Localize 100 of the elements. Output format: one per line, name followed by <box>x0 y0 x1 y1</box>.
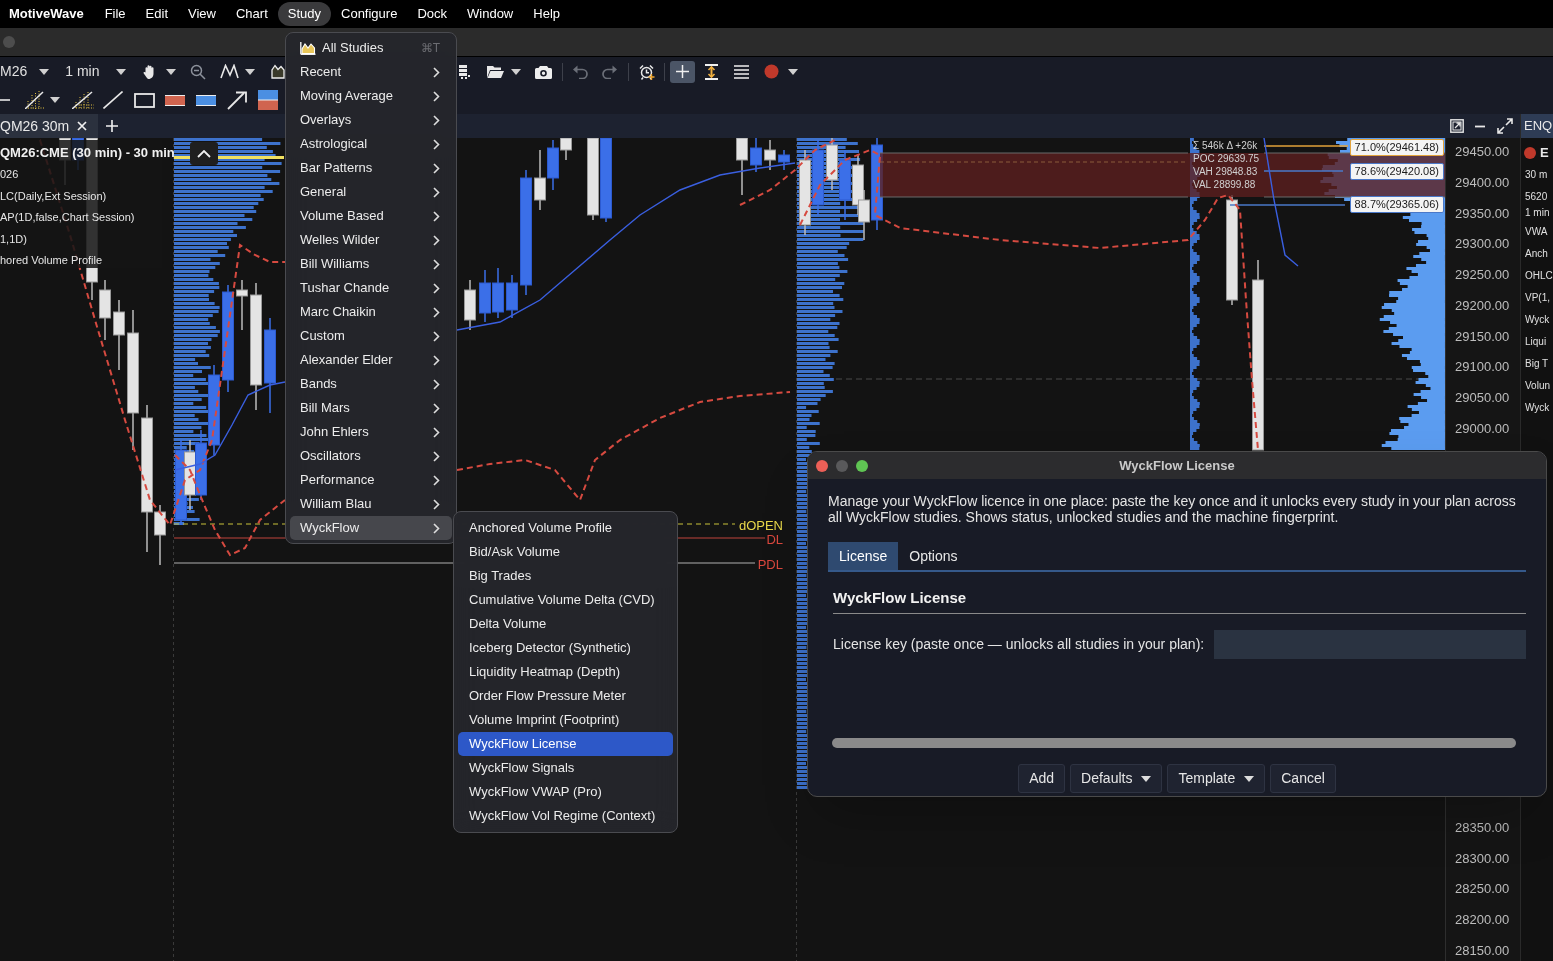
dialog-button[interactable]: Add <box>1018 764 1066 793</box>
menu-item[interactable]: WyckFlow License <box>458 732 673 756</box>
menu-item[interactable]: All Studies ⌘T <box>290 36 452 60</box>
menu-item[interactable]: WyckFlow Signals <box>458 756 673 780</box>
line-tool-icon[interactable] <box>103 91 123 109</box>
app-name[interactable]: MotiveWave <box>9 4 84 24</box>
tab[interactable]: Options <box>898 542 969 570</box>
caret-icon[interactable] <box>245 68 256 75</box>
price-label: 29100.00 <box>1455 359 1510 376</box>
menu-item[interactable]: Order Flow Pressure Meter <box>458 684 673 708</box>
menu-item[interactable]: Iceberg Detector (Synthetic) <box>458 636 673 660</box>
menu-item[interactable]: Oscillators <box>290 444 452 468</box>
license-key-field[interactable] <box>1214 630 1526 659</box>
menu-bar-item[interactable]: File <box>94 2 136 26</box>
price-label: 28300.00 <box>1455 850 1510 867</box>
menu-item[interactable]: Welles Wilder <box>290 228 452 252</box>
menu-item[interactable]: Big Trades <box>458 564 673 588</box>
caret-icon <box>1141 775 1152 782</box>
interval-dropdown[interactable]: 1 min <box>65 60 127 83</box>
line-chart-icon[interactable] <box>220 64 240 79</box>
menu-bar-item[interactable]: View <box>178 2 226 26</box>
menu-bar-item[interactable]: Help <box>523 2 570 26</box>
panel-tab[interactable]: ENQ <box>1521 114 1553 138</box>
menu-item[interactable]: Liquidity Heatmap (Depth) <box>458 660 673 684</box>
horizontal-scrollbar[interactable] <box>832 738 1516 748</box>
tab[interactable]: License <box>828 542 899 570</box>
line-label: dOPEN <box>738 518 783 534</box>
menu-item[interactable]: Astrological <box>290 132 452 156</box>
caret-icon[interactable] <box>166 68 177 75</box>
filled-rectangle-icon[interactable] <box>165 94 185 106</box>
close-window-icon[interactable] <box>816 460 828 472</box>
menu-item[interactable]: Tushar Chande <box>290 276 452 300</box>
plus-icon[interactable] <box>106 120 118 132</box>
menu-item[interactable]: General <box>290 180 452 204</box>
arrow-tool-icon[interactable] <box>227 90 247 110</box>
caret-icon[interactable] <box>50 97 60 103</box>
crosshair-button[interactable] <box>670 60 696 83</box>
popout-icon[interactable] <box>1450 119 1464 133</box>
menu-item[interactable]: Bar Patterns <box>290 156 452 180</box>
legend-text: 1,1D) <box>0 231 28 247</box>
camera-icon[interactable] <box>535 64 553 79</box>
collapse-button[interactable] <box>190 142 218 165</box>
menu-item[interactable]: Moving Average <box>290 84 452 108</box>
menu-item[interactable]: John Ehlers <box>290 420 452 444</box>
menu-item[interactable]: Delta Volume <box>458 612 673 636</box>
redo-icon[interactable] <box>602 64 618 79</box>
menu-item[interactable]: Performance <box>290 468 452 492</box>
chevron-right-icon <box>433 66 440 78</box>
horizontal-line-icon[interactable] <box>0 98 10 102</box>
menu-item[interactable]: William Blau <box>290 492 452 516</box>
menu-item[interactable]: Bill Williams <box>290 252 452 276</box>
menu-bar-item[interactable]: Dock <box>407 2 457 26</box>
price-label: 29350.00 <box>1455 205 1510 222</box>
record-dot-icon[interactable] <box>764 64 780 79</box>
area-chart-icon[interactable] <box>271 64 286 79</box>
minimize-icon[interactable] <box>1475 124 1485 128</box>
symbol-dropdown[interactable]: M26 <box>0 60 50 83</box>
zoom-out-icon[interactable] <box>190 63 207 80</box>
menu-item[interactable]: Volume Based <box>290 204 452 228</box>
menu-item[interactable]: Volume Imprint (Footprint) <box>458 708 673 732</box>
menu-item[interactable]: Recent <box>290 60 452 84</box>
menu-item[interactable]: Overlays <box>290 108 452 132</box>
zoom-window-icon[interactable] <box>856 460 868 472</box>
price-label: 29450.00 <box>1455 144 1510 160</box>
menu-item[interactable]: Bid/Ask Volume <box>458 540 673 564</box>
menu-item[interactable]: Bill Mars <box>290 396 452 420</box>
close-icon[interactable] <box>77 121 88 131</box>
price-label: 29200.00 <box>1455 297 1510 314</box>
dialog-button[interactable]: Defaults <box>1070 764 1163 793</box>
folder-icon[interactable] <box>487 64 505 79</box>
dialog-button[interactable]: Template <box>1167 764 1266 793</box>
menu-bar-item[interactable]: Chart <box>225 2 278 26</box>
rectangle-tool-icon[interactable] <box>134 92 155 108</box>
caret-icon[interactable] <box>788 68 799 75</box>
expand-icon[interactable] <box>1497 118 1513 134</box>
price-label: 28250.00 <box>1455 881 1510 898</box>
undo-icon[interactable] <box>573 64 589 79</box>
menu-bar-item[interactable]: Edit <box>135 2 178 26</box>
panel-text: 1 min <box>1524 206 1551 220</box>
filled-rectangle-icon[interactable] <box>196 94 216 106</box>
chart-tab[interactable]: QM26 30m <box>0 114 98 138</box>
menu-item[interactable]: Alexander Elder <box>290 348 452 372</box>
chevron-right-icon <box>433 426 440 438</box>
grid-icon[interactable] <box>459 64 471 79</box>
dialog-button[interactable]: Cancel <box>1270 764 1336 793</box>
menu-item[interactable]: Bands <box>290 372 452 396</box>
fan-tool-icon[interactable] <box>25 91 45 109</box>
menu-bar-item[interactable]: Window <box>457 2 524 26</box>
menu-item[interactable]: WyckFlow VWAP (Pro) <box>458 780 673 804</box>
menu-item[interactable]: Anchored Volume Profile <box>458 516 673 540</box>
alarm-clock-icon[interactable] <box>639 63 656 80</box>
menu-bar-item[interactable]: Study <box>277 2 331 26</box>
menu-item[interactable]: WyckFlow <box>290 516 452 540</box>
menu-item[interactable]: Custom <box>290 324 452 348</box>
menu-item[interactable]: Cumulative Volume Delta (CVD) <box>458 588 673 612</box>
caret-icon[interactable] <box>511 68 522 75</box>
fan-tool-icon[interactable] <box>72 91 94 109</box>
menu-bar-item[interactable]: Configure <box>331 2 408 26</box>
menu-item[interactable]: Marc Chaikin <box>290 300 452 324</box>
menu-item[interactable]: WyckFlow Vol Regime (Context) <box>458 804 673 828</box>
